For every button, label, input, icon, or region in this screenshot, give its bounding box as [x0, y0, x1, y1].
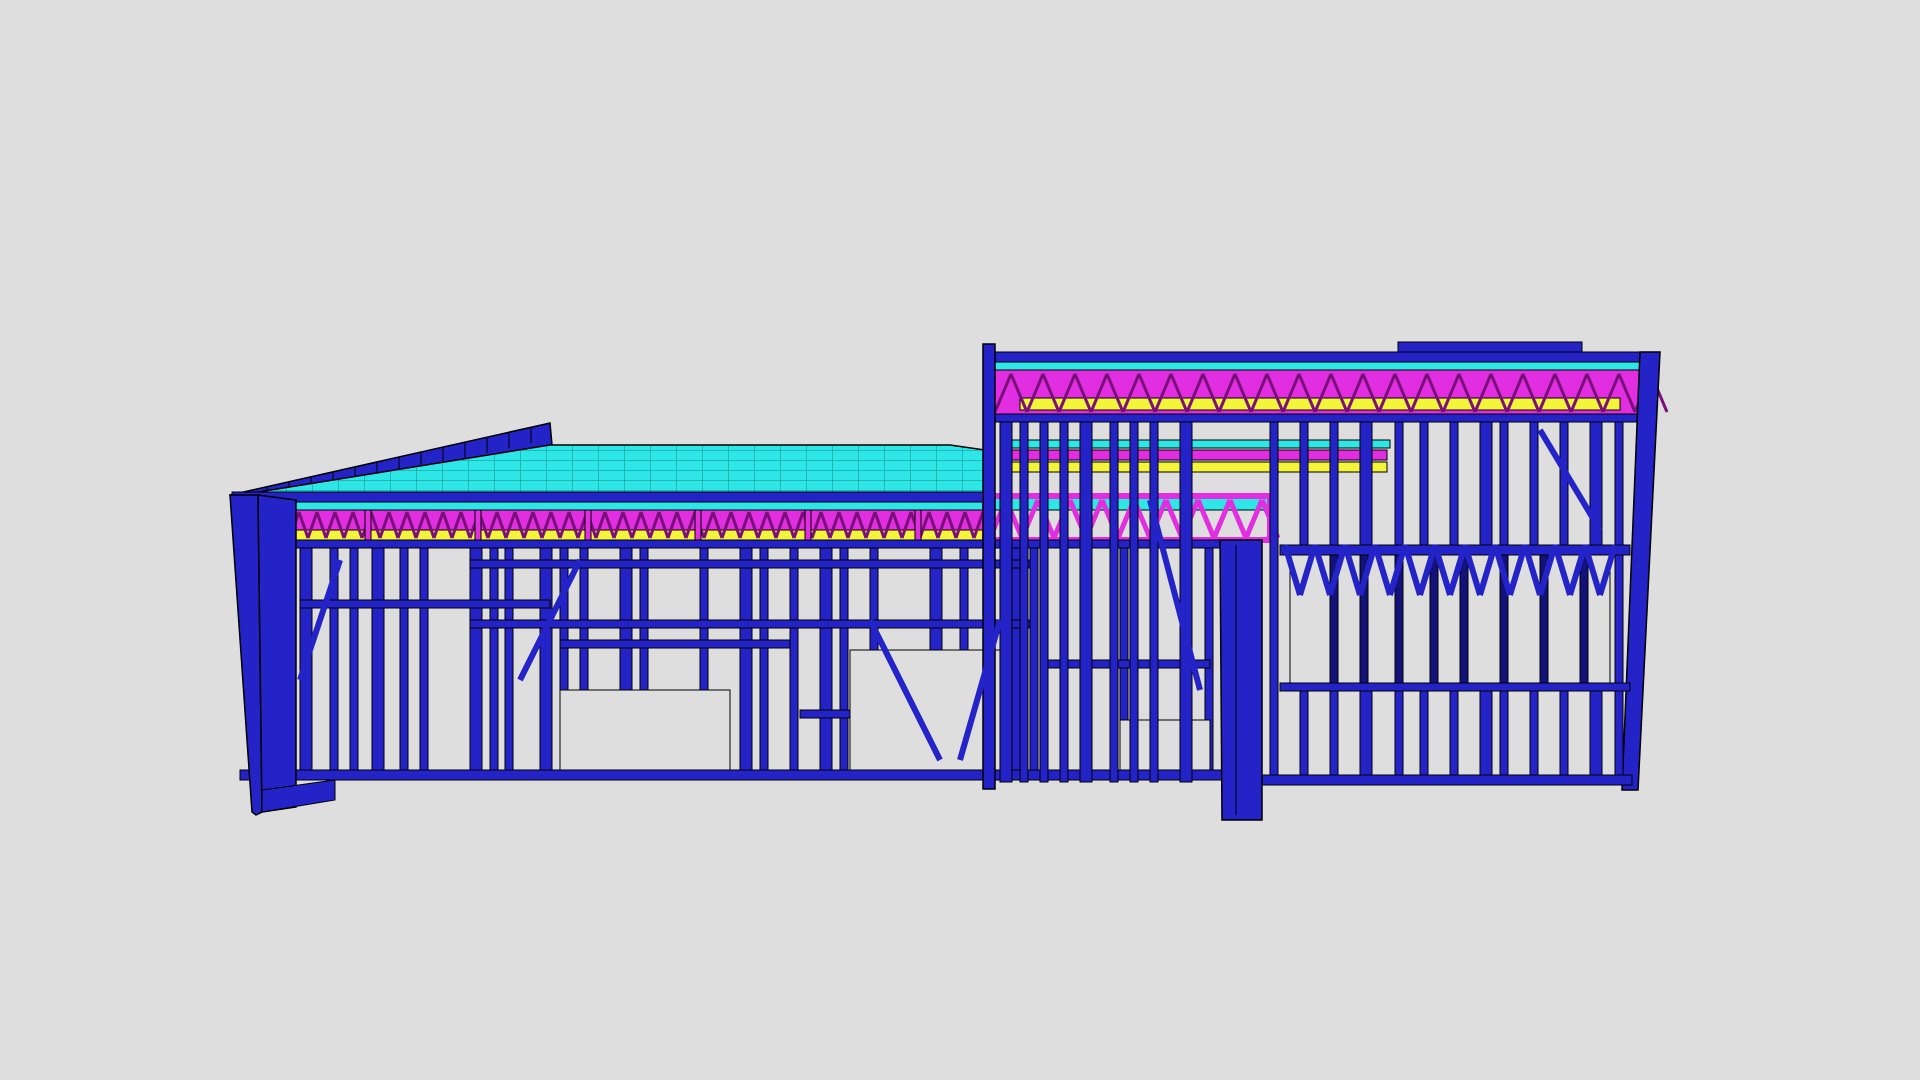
- wall-stud: [504, 547, 514, 781]
- wall-opening: [559, 689, 731, 771]
- truss-post: [584, 509, 592, 545]
- wall-stud: [1039, 421, 1049, 783]
- truss-post: [804, 509, 812, 545]
- wall-stud: [1614, 421, 1624, 783]
- wall-stud: [1029, 547, 1039, 781]
- left-top-beam: [231, 491, 988, 511]
- wall-stud: [399, 547, 409, 781]
- wall-stud: [1269, 421, 1279, 783]
- truss-post: [914, 509, 922, 545]
- inner-stud: [1429, 554, 1439, 684]
- inner-stud: [1579, 554, 1589, 684]
- wall-opening: [849, 649, 1001, 771]
- wall-stud: [739, 547, 753, 781]
- wall-stud: [1019, 421, 1029, 783]
- wall-stud: [1179, 421, 1193, 783]
- steel-frame-model[interactable]: [0, 0, 1920, 1080]
- wall-stud: [469, 547, 483, 781]
- front-corner-post: [1219, 539, 1263, 821]
- truss-post: [474, 509, 482, 545]
- wall-header: [299, 599, 551, 609]
- wall-stud: [1059, 421, 1069, 783]
- wall-stud: [1149, 421, 1159, 783]
- wall-stud: [419, 547, 429, 781]
- inner-stud: [1459, 554, 1469, 684]
- wall-stud: [349, 547, 359, 781]
- truss-post: [694, 509, 702, 545]
- left-floor-truss: [237, 509, 989, 545]
- 3d-viewport[interactable]: [0, 0, 1920, 1080]
- wall-stud: [1079, 421, 1093, 783]
- wall-stud: [1109, 421, 1119, 783]
- wall-stud: [789, 547, 799, 781]
- wall-stud: [759, 547, 769, 781]
- wall-nogging: [469, 619, 1031, 629]
- wall-header: [559, 639, 791, 649]
- wall-stud: [539, 547, 553, 781]
- wall-stud: [1129, 421, 1139, 783]
- wall-stud: [839, 547, 849, 781]
- wall-nogging: [469, 559, 1031, 569]
- wall-stud: [999, 421, 1013, 783]
- right-wall-frames: [999, 421, 1633, 786]
- wall-stud: [819, 547, 833, 781]
- wall-stud: [371, 547, 385, 781]
- truss-post: [364, 509, 372, 545]
- wall-stud: [489, 547, 499, 781]
